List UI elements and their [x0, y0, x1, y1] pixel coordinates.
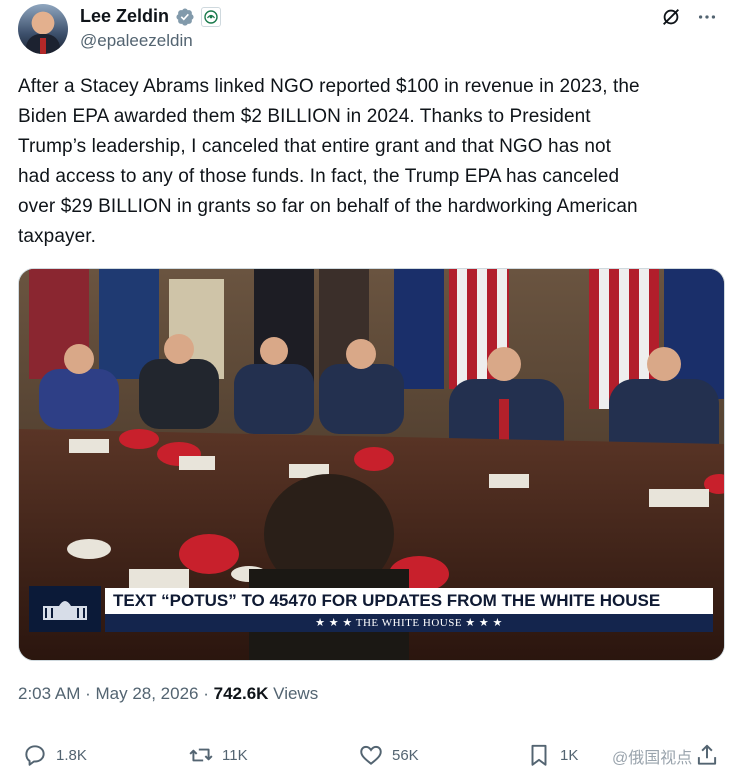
reply-icon	[25, 745, 45, 766]
chyron-sub-text: ★ ★ ★ THE WHITE HOUSE ★ ★ ★	[105, 614, 713, 632]
tweet-date[interactable]: May 28, 2026	[95, 684, 198, 703]
avatar[interactable]	[18, 4, 68, 54]
news-chyron: TEXT “POTUS” TO 45470 FOR UPDATES FROM T…	[29, 586, 713, 632]
bookmark-count: 1K	[560, 746, 579, 764]
author-name-row: Lee Zeldin	[80, 6, 222, 27]
tweet-meta: 2:03 AM · May 28, 2026 · 742.6K Views	[18, 684, 318, 704]
repost-button[interactable]: 11K	[188, 742, 248, 768]
author-name[interactable]: Lee Zeldin	[80, 6, 169, 27]
reply-count: 1.8K	[56, 746, 87, 764]
repost-icon	[189, 748, 213, 762]
chyron-main-text: TEXT “POTUS” TO 45470 FOR UPDATES FROM T…	[105, 588, 713, 614]
reply-button[interactable]: 1.8K	[22, 742, 87, 768]
bookmark-icon	[531, 744, 547, 766]
like-button[interactable]: 56K	[358, 742, 419, 768]
bookmark-button[interactable]: 1K	[526, 742, 578, 768]
grok-icon[interactable]	[660, 6, 682, 28]
tweet-time[interactable]: 2:03 AM	[18, 684, 80, 703]
like-icon	[360, 745, 382, 765]
tweet-media-image[interactable]: TEXT “POTUS” TO 45470 FOR UPDATES FROM T…	[18, 268, 725, 661]
share-button[interactable]	[694, 742, 720, 768]
views-count: 742.6K	[213, 684, 269, 703]
meta-separator: ·	[198, 684, 214, 703]
repost-count: 11K	[222, 746, 248, 764]
agency-seal-icon	[201, 6, 222, 27]
share-icon	[697, 744, 717, 765]
white-house-logo-icon	[29, 586, 101, 632]
tweet-text: After a Stacey Abrams linked NGO reporte…	[18, 76, 640, 247]
like-count: 56K	[392, 746, 419, 764]
tweet-header: Lee Zeldin @epaleezeldin	[18, 4, 718, 58]
watermark: @俄国视点	[612, 750, 693, 767]
author-handle[interactable]: @epaleezeldin	[80, 31, 193, 51]
views-label: Views	[268, 684, 319, 703]
meta-separator: ·	[80, 684, 96, 703]
more-icon[interactable]	[696, 6, 718, 28]
verified-badge-icon	[176, 7, 194, 26]
